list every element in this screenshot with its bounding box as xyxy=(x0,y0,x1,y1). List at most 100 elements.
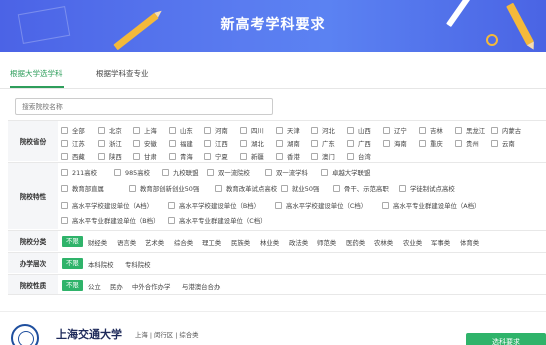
checkbox[interactable] xyxy=(240,140,247,147)
filter-checkbox-option[interactable]: 985高校 xyxy=(114,168,150,177)
checkbox[interactable] xyxy=(98,153,105,160)
filter-option[interactable]: 本科院校 xyxy=(88,260,114,269)
filter-checkbox-option[interactable]: 天津 xyxy=(276,126,300,135)
filter-option[interactable]: 农业类 xyxy=(403,238,422,247)
filter-checkbox-option[interactable]: 山东 xyxy=(169,126,193,135)
checkbox[interactable] xyxy=(204,153,211,160)
filter-checkbox-option[interactable]: 高水平专业群建设单位（B档） xyxy=(61,216,159,225)
filter-checkbox-option[interactable]: 安徽 xyxy=(133,139,157,148)
checkbox[interactable] xyxy=(281,185,288,192)
subject-requirement-button[interactable]: 选科要求 xyxy=(466,333,546,345)
checkbox[interactable] xyxy=(382,202,389,209)
filter-option[interactable]: 公立 xyxy=(88,282,101,291)
checkbox[interactable] xyxy=(169,153,176,160)
checkbox[interactable] xyxy=(204,127,211,134)
filter-checkbox-option[interactable]: 香港 xyxy=(276,152,300,161)
checkbox[interactable] xyxy=(275,202,282,209)
filter-option[interactable]: 体育类 xyxy=(460,238,479,247)
checkbox[interactable] xyxy=(168,217,175,224)
filter-option[interactable]: 与港澳台合办 xyxy=(182,282,220,291)
filter-checkbox-option[interactable]: 辽宁 xyxy=(383,126,407,135)
checkbox[interactable] xyxy=(311,153,318,160)
checkbox[interactable] xyxy=(61,127,68,134)
filter-checkbox-option[interactable]: 骨干、示范高职 xyxy=(333,184,389,193)
filter-checkbox-option[interactable]: 教育部直属 xyxy=(61,184,104,193)
filter-checkbox-option[interactable]: 海南 xyxy=(383,139,407,148)
filter-checkbox-option[interactable]: 云南 xyxy=(491,139,515,148)
filter-option[interactable]: 语言类 xyxy=(117,238,136,247)
checkbox[interactable] xyxy=(240,127,247,134)
checkbox[interactable] xyxy=(347,127,354,134)
filter-checkbox-option[interactable]: 新疆 xyxy=(240,152,264,161)
filter-checkbox-option[interactable]: 高水平学校建设单位（B档） xyxy=(168,201,260,210)
checkbox[interactable] xyxy=(276,153,283,160)
unlimited-option-selected[interactable]: 不限 xyxy=(62,236,83,247)
filter-checkbox-option[interactable]: 就业50强 xyxy=(281,184,319,193)
filter-checkbox-option[interactable]: 内蒙古 xyxy=(491,126,521,135)
checkbox[interactable] xyxy=(276,127,283,134)
filter-option[interactable]: 农林类 xyxy=(374,238,393,247)
filter-checkbox-option[interactable]: 高水平学校建设单位（A档） xyxy=(61,201,153,210)
checkbox[interactable] xyxy=(491,140,498,147)
university-search-input[interactable] xyxy=(15,98,273,115)
filter-option[interactable]: 医药类 xyxy=(346,238,365,247)
checkbox[interactable] xyxy=(61,140,68,147)
filter-checkbox-option[interactable]: 吉林 xyxy=(419,126,443,135)
filter-option[interactable]: 中外合作办学 xyxy=(132,282,170,291)
filter-checkbox-option[interactable]: 黑龙江 xyxy=(455,126,485,135)
checkbox[interactable] xyxy=(61,217,68,224)
checkbox[interactable] xyxy=(61,185,68,192)
checkbox[interactable] xyxy=(133,140,140,147)
filter-checkbox-option[interactable]: 山西 xyxy=(347,126,371,135)
filter-checkbox-option[interactable]: 211高校 xyxy=(61,168,97,177)
filter-checkbox-option[interactable]: 河北 xyxy=(311,126,335,135)
checkbox[interactable] xyxy=(162,169,169,176)
filter-option[interactable]: 艺术类 xyxy=(145,238,164,247)
filter-option[interactable]: 理工类 xyxy=(202,238,221,247)
filter-checkbox-option[interactable]: 双一流院校 xyxy=(207,168,250,177)
filter-checkbox-option[interactable]: 高水平专业群建设单位（C档） xyxy=(168,216,267,225)
filter-checkbox-option[interactable]: 双一流学科 xyxy=(265,168,308,177)
filter-checkbox-option[interactable]: 青海 xyxy=(169,152,193,161)
filter-checkbox-option[interactable]: 浙江 xyxy=(98,139,122,148)
filter-checkbox-option[interactable]: 学徒制试点高校 xyxy=(399,184,455,193)
checkbox[interactable] xyxy=(311,127,318,134)
checkbox[interactable] xyxy=(455,140,462,147)
filter-checkbox-option[interactable]: 高水平专业群建设单位（A档） xyxy=(382,201,480,210)
filter-checkbox-option[interactable]: 卓越大学联盟 xyxy=(321,168,370,177)
checkbox[interactable] xyxy=(383,140,390,147)
filter-option[interactable]: 专科院校 xyxy=(125,260,151,269)
checkbox[interactable] xyxy=(491,127,498,134)
checkbox[interactable] xyxy=(61,202,68,209)
checkbox[interactable] xyxy=(321,169,328,176)
unlimited-option-selected[interactable]: 不限 xyxy=(62,280,83,291)
filter-checkbox-option[interactable]: 重庆 xyxy=(419,139,443,148)
checkbox[interactable] xyxy=(204,140,211,147)
filter-option[interactable]: 民办 xyxy=(110,282,123,291)
checkbox[interactable] xyxy=(333,185,340,192)
checkbox[interactable] xyxy=(383,127,390,134)
filter-option[interactable]: 综合类 xyxy=(174,238,193,247)
filter-checkbox-option[interactable]: 西藏 xyxy=(61,152,85,161)
filter-checkbox-option[interactable]: 贵州 xyxy=(455,139,479,148)
checkbox[interactable] xyxy=(207,169,214,176)
filter-option[interactable]: 林业类 xyxy=(260,238,279,247)
tab-lookup-by-subject[interactable]: 根据学科查专业 xyxy=(96,68,149,79)
checkbox[interactable] xyxy=(114,169,121,176)
filter-checkbox-option[interactable]: 高水平学校建设单位（C档） xyxy=(275,201,367,210)
filter-checkbox-option[interactable]: 教育部创新创业50强 xyxy=(129,184,199,193)
unlimited-option-selected[interactable]: 不限 xyxy=(62,258,83,269)
filter-checkbox-option[interactable]: 江苏 xyxy=(61,139,85,148)
filter-option[interactable]: 军事类 xyxy=(431,238,450,247)
checkbox[interactable] xyxy=(347,140,354,147)
checkbox[interactable] xyxy=(133,153,140,160)
filter-checkbox-option[interactable]: 陕西 xyxy=(98,152,122,161)
checkbox[interactable] xyxy=(347,153,354,160)
checkbox[interactable] xyxy=(240,153,247,160)
filter-checkbox-option[interactable]: 福建 xyxy=(169,139,193,148)
filter-checkbox-option[interactable]: 四川 xyxy=(240,126,264,135)
checkbox[interactable] xyxy=(61,153,68,160)
filter-checkbox-option[interactable]: 河南 xyxy=(204,126,228,135)
filter-checkbox-option[interactable]: 甘肃 xyxy=(133,152,157,161)
checkbox[interactable] xyxy=(129,185,136,192)
